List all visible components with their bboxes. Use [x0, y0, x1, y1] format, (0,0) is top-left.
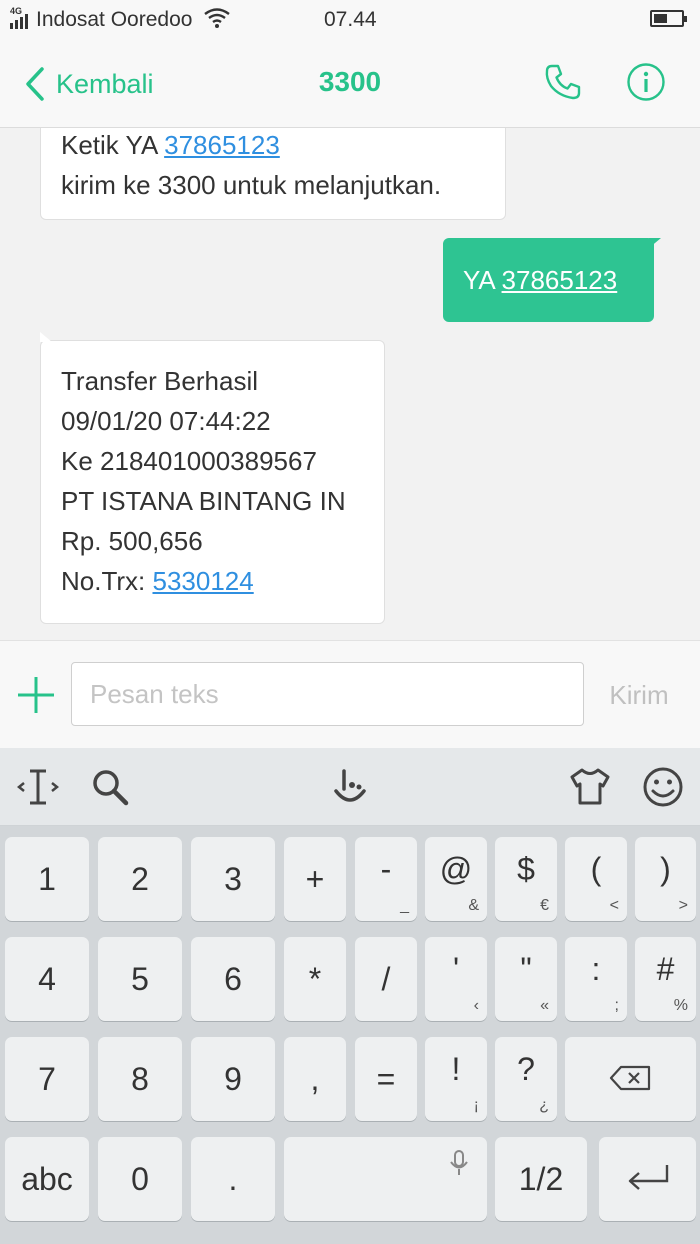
- keyboard: 1 2 3 + - _ @ & $ € (< ) > 4 5 6 * / ' ‹ " « :…: [0, 826, 700, 1244]
- plus-icon[interactable]: [16, 675, 56, 715]
- key-asterisk[interactable]: *: [284, 937, 346, 1021]
- key-dollar[interactable]: $ €: [495, 837, 557, 921]
- message-line: Ketik YA 37865123: [61, 128, 485, 165]
- message-bubble-outgoing[interactable]: YA 37865123: [443, 238, 661, 322]
- key-abc[interactable]: abc: [5, 1137, 89, 1221]
- message-bubble-incoming[interactable]: Transfer Berhasil 09/01/20 07:44:22 Ke 2…: [40, 332, 385, 624]
- message-line: No.Trx: 5330124: [61, 561, 364, 601]
- network-type: 4G: [10, 6, 23, 16]
- message-line: 09/01/20 07:44:22: [61, 406, 271, 436]
- message-line: PT ISTANA BINTANG IN: [61, 486, 346, 516]
- theme-icon[interactable]: [568, 765, 612, 809]
- send-button[interactable]: Kirim: [594, 675, 684, 715]
- wifi-icon: [204, 8, 230, 28]
- key-3[interactable]: 3: [191, 837, 275, 921]
- key-paren-close[interactable]: ) >: [635, 837, 696, 921]
- key-6[interactable]: 6: [191, 937, 275, 1021]
- microphone-icon: [450, 1150, 468, 1175]
- message-line: kirim ke 3300 untuk melanjutkan.: [61, 170, 442, 200]
- bubble-tail: [649, 238, 661, 248]
- backspace-icon: [609, 1065, 651, 1091]
- message-input[interactable]: [71, 662, 584, 726]
- carrier-name: Indosat Ooredoo: [36, 8, 193, 31]
- message-text: YA: [463, 265, 502, 295]
- key-equals[interactable]: =: [355, 1037, 417, 1121]
- key-paren-open[interactable]: (<: [565, 837, 627, 921]
- nav-bar: Kembali 3300: [0, 40, 700, 128]
- key-8[interactable]: 8: [98, 1037, 182, 1121]
- backspace-key[interactable]: [565, 1037, 696, 1121]
- key-plus[interactable]: +: [284, 837, 346, 921]
- key-2[interactable]: 2: [98, 837, 182, 921]
- key-exclamation[interactable]: ! ¡: [425, 1037, 487, 1121]
- key-comma[interactable]: ,: [284, 1037, 346, 1121]
- chevron-left-icon: [26, 67, 44, 101]
- message-text: No.Trx:: [61, 566, 153, 596]
- message-line: Transfer Berhasil: [61, 366, 258, 396]
- key-slash[interactable]: /: [355, 937, 417, 1021]
- back-button[interactable]: Kembali: [20, 62, 154, 106]
- touchpal-icon[interactable]: [328, 765, 372, 809]
- emoji-icon[interactable]: [641, 765, 685, 809]
- key-at[interactable]: @ &: [425, 837, 487, 921]
- bubble-tail: [40, 332, 52, 342]
- cursor-icon[interactable]: [16, 765, 60, 809]
- enter-icon: [628, 1165, 669, 1190]
- message-text: Ketik YA: [61, 130, 165, 160]
- battery-icon: [650, 10, 687, 27]
- key-7[interactable]: 7: [5, 1037, 89, 1121]
- key-question[interactable]: ? ¿: [495, 1037, 557, 1121]
- status-time: 07.44: [324, 8, 377, 31]
- key-page-toggle[interactable]: 1/2: [495, 1137, 587, 1221]
- search-icon[interactable]: [88, 765, 132, 809]
- space-key[interactable]: [284, 1137, 487, 1221]
- signal-icon: 4G: [10, 6, 28, 29]
- key-colon[interactable]: :;: [565, 937, 627, 1021]
- key-period[interactable]: .: [191, 1137, 275, 1221]
- key-5[interactable]: 5: [98, 937, 182, 1021]
- key-hash[interactable]: #%: [635, 937, 696, 1021]
- code-link[interactable]: 37865123: [164, 130, 280, 160]
- enter-key[interactable]: [599, 1137, 696, 1221]
- code-link[interactable]: 37865123: [502, 265, 618, 295]
- info-icon[interactable]: [626, 62, 666, 102]
- key-4[interactable]: 4: [5, 937, 89, 1021]
- message-bubble-incoming[interactable]: Ketik YA 37865123 kirim ke 3300 untuk me…: [40, 128, 506, 220]
- key-9[interactable]: 9: [191, 1037, 275, 1121]
- trx-link[interactable]: 5330124: [152, 566, 253, 596]
- message-line: Rp. 500,656: [61, 526, 203, 556]
- key-1[interactable]: 1: [5, 837, 89, 921]
- phone-icon[interactable]: [543, 62, 583, 102]
- key-apostrophe[interactable]: ' ‹: [425, 937, 487, 1021]
- keyboard-toolbar: [0, 748, 700, 826]
- key-0[interactable]: 0: [98, 1137, 182, 1221]
- compose-bar: Kirim: [0, 640, 700, 748]
- message-list[interactable]: Ketik YA 37865123 kirim ke 3300 untuk me…: [0, 128, 700, 640]
- key-minus[interactable]: - _: [355, 837, 417, 921]
- message-line: Ke 218401000389567: [61, 446, 317, 476]
- back-label: Kembali: [56, 68, 154, 99]
- key-quote[interactable]: " «: [495, 937, 557, 1021]
- status-bar: 4G Indosat Ooredoo 07.44: [0, 0, 700, 40]
